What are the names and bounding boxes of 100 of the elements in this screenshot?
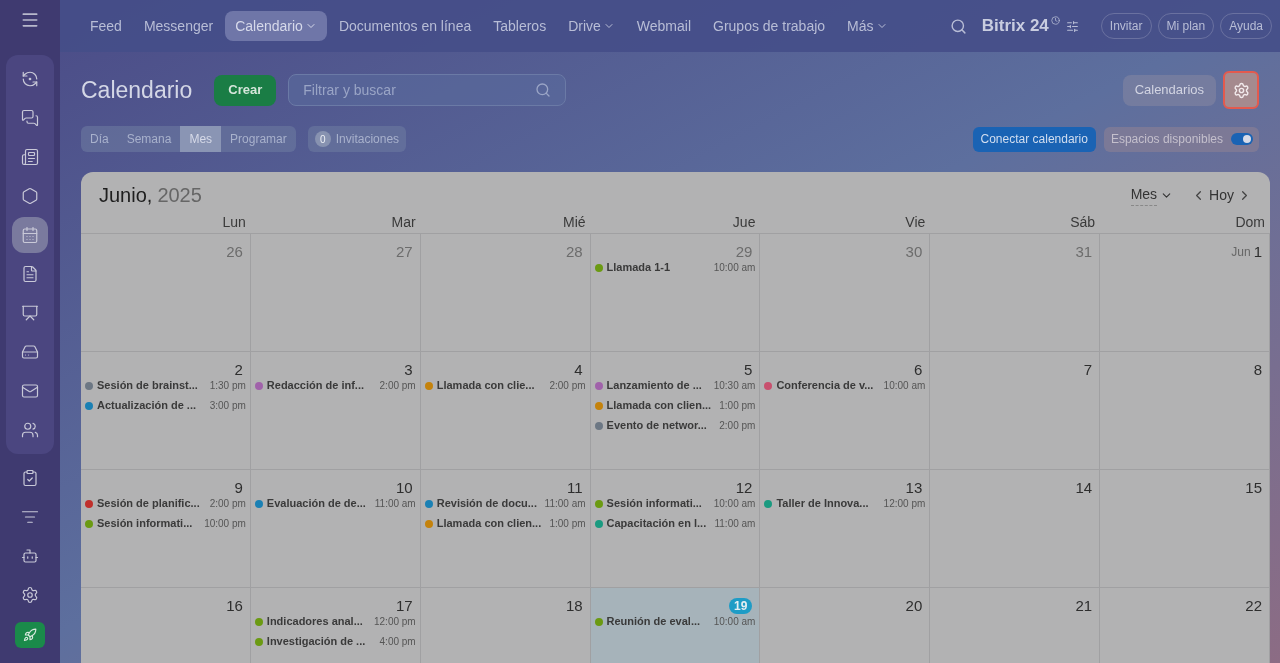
day-number: 30	[905, 241, 923, 262]
calendar-event[interactable]: Redacción de inf... 2:00 pm	[254, 377, 416, 394]
weekday-header: Mar	[390, 213, 417, 232]
day-cell[interactable]: 11 Revisión de docu... 11:00 am Llamada con clien... 1:00 pm	[420, 470, 591, 588]
day-cell[interactable]: 22	[1100, 588, 1270, 663]
day-number: 22	[1245, 595, 1262, 616]
view-selector[interactable]: Mes	[1130, 184, 1174, 206]
day-number: 31	[1075, 241, 1093, 262]
event-time: 2:00 pm	[548, 379, 586, 393]
rocket-icon	[23, 628, 37, 642]
nav-tab[interactable]: Más	[837, 11, 898, 41]
nav-tab[interactable]: Messenger	[133, 11, 224, 41]
day-cell[interactable]: 5 Lanzamiento de ... 10:30 am Llamada con clien... 1:00 pm Evento de networ... 2:00 pm	[590, 352, 761, 470]
event-title: Capacitación en l...	[606, 516, 707, 532]
calendar-event[interactable]: Capacitación en l... 11:00 am	[594, 515, 756, 532]
day-number: 9	[234, 477, 243, 498]
nav-tab[interactable]: Feed	[80, 11, 132, 41]
day-cell[interactable]: 4 Llamada con clie... 2:00 pm	[420, 352, 591, 470]
event-time: 11:00 am	[373, 497, 416, 511]
event-time: 10:00 am	[882, 379, 926, 393]
calendar-event[interactable]: Evaluación de de... 11:00 am	[254, 495, 416, 512]
event-time: 2:00 pm	[718, 419, 756, 433]
nav-tab[interactable]: Tableros	[483, 11, 557, 41]
calendar-event[interactable]: Taller de Innova... 12:00 pm	[764, 495, 926, 512]
calendar-event[interactable]: Sesión informati... 10:00 pm	[85, 515, 246, 532]
nav-tab[interactable]: Grupos de trabajo	[703, 11, 836, 41]
event-title: Taller de Innova...	[776, 496, 869, 512]
day-cell[interactable]: 17 Indicadores anal... 12:00 pm Investigación de ... 4:00 pm	[250, 588, 421, 663]
day-number: 19	[729, 598, 753, 614]
event-time: 10:00 am	[712, 261, 756, 275]
search-icon[interactable]	[949, 17, 967, 35]
search-field[interactable]: Filtrar y buscar	[288, 74, 567, 106]
day-cell[interactable]: 29 Llamada 1-1 10:00 am	[590, 234, 761, 352]
day-cell[interactable]: 14	[930, 470, 1101, 588]
day-number: 4	[574, 359, 583, 380]
nav-tab[interactable]: Calendario	[225, 11, 327, 41]
calendar-event[interactable]: Reunión de eval... 10:00 am	[594, 613, 756, 630]
day-number: 3	[404, 359, 413, 380]
calendar-event[interactable]: Lanzamiento de ... 10:30 am	[594, 377, 756, 394]
calendar-event[interactable]: Sesión informati... 10:00 am	[594, 495, 756, 512]
day-cell[interactable]: 2 Sesión de brainst... 1:30 pm Actualización de ... 3:00 pm	[81, 352, 251, 470]
event-title: Reunión de eval...	[606, 614, 701, 630]
invitations-button[interactable]: 0 Invitaciones	[307, 126, 407, 152]
calendar-event[interactable]: Conferencia de v... 10:00 am	[764, 377, 926, 394]
calendar-event[interactable]: Llamada con clien... 1:00 pm	[594, 397, 756, 414]
calendar-event[interactable]: Llamada 1-1 10:00 am	[594, 259, 756, 276]
calendar-event[interactable]: Llamada con clie... 2:00 pm	[424, 377, 586, 394]
event-time: 11:00 am	[713, 517, 756, 531]
day-cell[interactable]: 7	[930, 352, 1101, 470]
event-title: Conferencia de v...	[776, 378, 874, 394]
calendar-event[interactable]: Llamada con clien... 1:00 pm	[424, 515, 586, 532]
event-time: 1:30 pm	[208, 379, 246, 393]
nav-tab[interactable]: Drive	[558, 11, 625, 41]
settings-button[interactable]	[1223, 71, 1259, 109]
rocket-button[interactable]	[15, 622, 45, 648]
event-title: Llamada con clien...	[436, 516, 542, 532]
event-title: Evaluación de de...	[266, 496, 366, 512]
day-number: 17	[396, 595, 413, 616]
event-title: Investigación de ...	[266, 634, 366, 650]
settings-icon	[1232, 81, 1250, 99]
calendar-event[interactable]: Evento de networ... 2:00 pm	[594, 417, 756, 434]
day-cell[interactable]: 13 Taller de Innova... 12:00 pm	[760, 470, 931, 588]
calendar-icon[interactable]	[12, 217, 48, 253]
day-cell[interactable]: 3 Redacción de inf... 2:00 pm	[250, 352, 421, 470]
nav-tab[interactable]: Documentos en línea	[328, 11, 482, 41]
search-input[interactable]: Filtrar y buscar	[303, 79, 536, 101]
day-cell[interactable]: 18	[420, 588, 591, 663]
day-cell[interactable]: 15	[1100, 470, 1270, 588]
calendar-event[interactable]: Sesión de brainst... 1:30 pm	[85, 377, 246, 394]
event-time: 1:00 pm	[548, 517, 586, 531]
menu-icon[interactable]	[20, 10, 40, 30]
day-cell[interactable]: 6 Conferencia de v... 10:00 am	[760, 352, 931, 470]
day-cell[interactable]: 19 Reunión de eval... 10:00 am	[590, 588, 761, 663]
event-time: 12:00 pm	[373, 615, 416, 629]
calendars-button[interactable]: Calendarios	[1122, 74, 1216, 106]
toggle-switch[interactable]	[1231, 133, 1253, 145]
event-title: Evento de networ...	[606, 418, 707, 434]
month-prefix: Jun	[1231, 244, 1251, 261]
day-cell[interactable]: 10 Evaluación de de... 11:00 am	[250, 470, 421, 588]
calendar-event[interactable]: Revisión de docu... 11:00 am	[424, 495, 586, 512]
today-button[interactable]: Hoy	[1206, 184, 1237, 206]
calendar-event[interactable]: Sesión de planific... 2:00 pm	[85, 495, 246, 512]
search-icon[interactable]	[535, 82, 552, 98]
event-title: Llamada 1-1	[606, 260, 671, 276]
day-cell[interactable]: Jun 1	[1100, 234, 1270, 352]
create-button[interactable]: Crear	[214, 74, 277, 106]
event-title: Sesión informati...	[606, 496, 702, 512]
calendar-event[interactable]: Actualización de ... 3:00 pm	[85, 397, 246, 414]
connect-calendar-button[interactable]: Conectar calendario	[972, 126, 1096, 152]
calendar-event[interactable]: Indicadores anal... 12:00 pm	[254, 613, 416, 630]
nav-tab[interactable]: Webmail	[626, 11, 701, 41]
calendar-event[interactable]: Investigación de ... 4:00 pm	[254, 633, 416, 650]
day-cell[interactable]: 9 Sesión de planific... 2:00 pm Sesión informati... 10:00 pm	[81, 470, 251, 588]
day-cell[interactable]: 20	[760, 588, 931, 663]
day-number: 14	[1075, 477, 1093, 498]
day-cell[interactable]: 21	[930, 588, 1101, 663]
day-number: 8	[1253, 359, 1262, 380]
day-cell[interactable]: 16	[81, 588, 251, 663]
day-cell[interactable]: 8	[1100, 352, 1270, 470]
sliders-icon[interactable]	[1065, 19, 1079, 33]
